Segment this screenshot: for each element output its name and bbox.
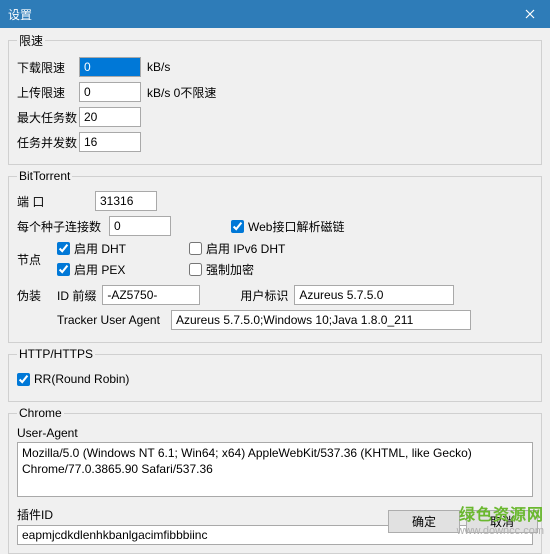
download-limit-input[interactable] (79, 57, 141, 77)
bittorrent-legend: BitTorrent (17, 169, 72, 183)
rr-label: RR(Round Robin) (34, 372, 129, 386)
conn-per-seed-label: 每个种子连接数 (17, 218, 109, 235)
tracker-ua-label: Tracker User Agent (57, 313, 165, 327)
http-group: HTTP/HTTPS RR(Round Robin) (8, 347, 542, 402)
spoof-label: 伪装 (17, 287, 57, 304)
force-encrypt-checkbox[interactable] (189, 263, 202, 276)
upload-limit-input[interactable] (79, 82, 141, 102)
ok-button[interactable]: 确定 (388, 510, 460, 533)
download-unit: kB/s (147, 60, 170, 74)
window-title: 设置 (8, 6, 510, 23)
web-magnet-checkbox[interactable] (231, 220, 244, 233)
chrome-legend: Chrome (17, 406, 64, 420)
pex-label: 启用 PEX (74, 261, 125, 278)
port-label: 端 口 (17, 193, 95, 210)
bittorrent-group: BitTorrent 端 口 每个种子连接数 Web接口解析磁链 节点 启用 D… (8, 169, 542, 343)
user-ident-label: 用户标识 (240, 287, 288, 304)
force-encrypt-label: 强制加密 (206, 261, 254, 278)
dialog-buttons: 确定 取消 (388, 510, 538, 533)
concurrent-label: 任务并发数 (17, 134, 79, 151)
close-button[interactable] (510, 0, 550, 28)
dht-checkbox[interactable] (57, 242, 70, 255)
user-ident-input[interactable] (294, 285, 454, 305)
rr-checkbox[interactable] (17, 373, 30, 386)
limits-group: 限速 下载限速 kB/s 上传限速 kB/s 0不限速 最大任务数 任务并发数 (8, 32, 542, 165)
cancel-button[interactable]: 取消 (466, 510, 538, 533)
ipv6-dht-checkbox[interactable] (189, 242, 202, 255)
http-legend: HTTP/HTTPS (17, 347, 95, 361)
tracker-ua-input[interactable] (171, 310, 471, 330)
pex-checkbox[interactable] (57, 263, 70, 276)
id-prefix-input[interactable] (102, 285, 200, 305)
max-tasks-input[interactable] (79, 107, 141, 127)
close-icon (525, 9, 535, 19)
ua-label: User-Agent (17, 426, 533, 440)
download-limit-label: 下载限速 (17, 59, 79, 76)
upload-limit-label: 上传限速 (17, 84, 79, 101)
content-area: 限速 下载限速 kB/s 上传限速 kB/s 0不限速 最大任务数 任务并发数 … (0, 28, 550, 554)
dht-label: 启用 DHT (74, 240, 126, 257)
titlebar: 设置 (0, 0, 550, 28)
id-prefix-label: ID 前缀 (57, 287, 96, 304)
upload-unit-hint: kB/s 0不限速 (147, 84, 216, 101)
max-tasks-label: 最大任务数 (17, 109, 79, 126)
nodes-label: 节点 (17, 251, 57, 268)
ua-textarea[interactable] (17, 442, 533, 497)
ipv6-dht-label: 启用 IPv6 DHT (206, 240, 285, 257)
port-input[interactable] (95, 191, 157, 211)
conn-per-seed-input[interactable] (109, 216, 171, 236)
concurrent-input[interactable] (79, 132, 141, 152)
limits-legend: 限速 (17, 32, 45, 49)
web-magnet-label: Web接口解析磁链 (248, 218, 344, 235)
